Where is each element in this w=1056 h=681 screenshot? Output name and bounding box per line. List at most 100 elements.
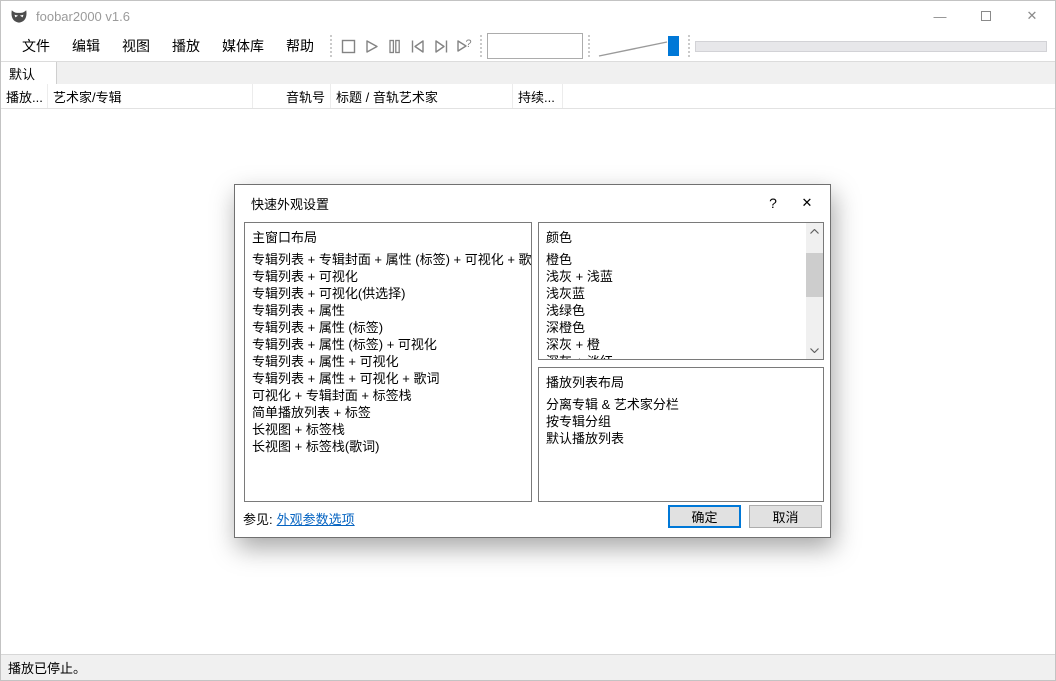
- dialog-titlebar: 快速外观设置 ? ✕: [235, 185, 830, 221]
- color-option[interactable]: 橙色: [546, 251, 823, 268]
- toolbar-grip[interactable]: [479, 34, 483, 58]
- column-header-tracknumber[interactable]: 音轨号: [253, 84, 331, 108]
- play-icon: [366, 39, 378, 53]
- toolbar-grip[interactable]: [587, 34, 591, 58]
- playlist-column-headers: 播放... 艺术家/专辑 音轨号 标题 / 音轨艺术家 持续...: [1, 84, 1055, 109]
- layout-option[interactable]: 可视化 + 专辑封面 + 标签栈: [252, 387, 531, 404]
- stop-button[interactable]: [337, 32, 360, 60]
- dialog-title: 快速外观设置: [251, 196, 330, 212]
- close-button[interactable]: ✕: [1009, 1, 1055, 31]
- layout-option[interactable]: 专辑列表 + 可视化(供选择): [252, 285, 531, 302]
- color-option[interactable]: 深橙色: [546, 319, 823, 336]
- window-title: foobar2000 v1.6: [36, 8, 130, 24]
- svg-text:?: ?: [465, 38, 471, 50]
- menubar: 文件 编辑 视图 播放 媒体库 帮助: [1, 31, 325, 61]
- close-icon: ✕: [1026, 8, 1038, 23]
- minimize-button[interactable]: —: [917, 1, 963, 31]
- volume-handle[interactable]: [668, 36, 679, 56]
- main-layout-listbox: 主窗口布局 专辑列表 + 专辑封面 + 属性 (标签) + 可视化 + 歌词 专辑…: [244, 222, 532, 502]
- dialog-buttons: 确定 取消: [668, 505, 822, 532]
- playlist-layout-option[interactable]: 按专辑分组: [546, 413, 823, 430]
- previous-icon: [411, 39, 424, 53]
- scroll-down-icon[interactable]: [806, 342, 823, 359]
- playlist-tabstrip: 默认: [1, 61, 1055, 84]
- status-text: 播放已停止。: [8, 661, 87, 676]
- stop-icon: [341, 39, 356, 53]
- help-icon: ?: [769, 195, 777, 211]
- color-options: 橙色浅灰 + 浅蓝浅灰蓝浅绿色深橙色深灰 + 橙深灰 + 淡红: [546, 251, 823, 359]
- color-option[interactable]: 浅灰蓝: [546, 285, 823, 302]
- window-controls: — ✕: [917, 1, 1055, 31]
- menu-item[interactable]: 文件: [11, 31, 61, 61]
- close-icon: ✕: [801, 195, 813, 210]
- menu-item[interactable]: 媒体库: [211, 31, 275, 61]
- foobar-logo-icon: [10, 9, 28, 24]
- color-option[interactable]: 浅灰 + 浅蓝: [546, 268, 823, 285]
- pause-icon: [389, 39, 400, 53]
- color-option[interactable]: 浅绿色: [546, 302, 823, 319]
- playlist-layout-listbox: 播放列表布局 分离专辑 & 艺术家分栏 按专辑分组 默认播放列表: [538, 367, 824, 502]
- playlist-layout-header: 播放列表布局: [546, 375, 625, 390]
- previous-button[interactable]: [406, 32, 429, 60]
- layout-option[interactable]: 专辑列表 + 属性 + 可视化 + 歌词: [252, 370, 531, 387]
- scrollbar-thumb[interactable]: [806, 253, 823, 297]
- menu-item[interactable]: 编辑: [61, 31, 111, 61]
- statusbar: 播放已停止。: [1, 654, 1055, 680]
- column-header-playing[interactable]: 播放...: [1, 84, 48, 108]
- layout-option[interactable]: 专辑列表 + 属性: [252, 302, 531, 319]
- next-icon: [434, 39, 447, 53]
- dialog-close-button[interactable]: ✕: [790, 188, 824, 218]
- layout-option[interactable]: 长视图 + 标签栈: [252, 421, 531, 438]
- column-header-filler: [563, 84, 1055, 108]
- playback-buttons: ?: [337, 31, 475, 61]
- search-input[interactable]: [487, 33, 583, 59]
- play-button[interactable]: [360, 32, 383, 60]
- dialog-footer: 参见: 外观参数选项 确定 取消: [235, 500, 830, 537]
- cancel-button[interactable]: 取消: [749, 505, 822, 528]
- playlist-layout-option[interactable]: 分离专辑 & 艺术家分栏: [546, 396, 823, 413]
- column-header-title-artist[interactable]: 标题 / 音轨艺术家: [331, 84, 513, 108]
- seekbar-container: [695, 40, 1055, 52]
- maximize-button[interactable]: [963, 1, 1009, 31]
- playlist-layout-option[interactable]: 默认播放列表: [546, 430, 823, 447]
- colors-header: 颜色: [546, 230, 573, 245]
- colors-scrollbar[interactable]: [806, 223, 823, 359]
- layout-option[interactable]: 专辑列表 + 可视化: [252, 268, 531, 285]
- main-layout-options: 专辑列表 + 专辑封面 + 属性 (标签) + 可视化 + 歌词 专辑列表 + 可…: [252, 251, 531, 455]
- random-icon: ?: [456, 38, 471, 52]
- pause-button[interactable]: [383, 32, 406, 60]
- app-window: foobar2000 v1.6 — ✕ 文件 编辑 视图 播放 媒体库 帮助 ?…: [0, 0, 1056, 681]
- color-option[interactable]: 深灰 + 橙: [546, 336, 823, 353]
- dialog-help-button[interactable]: ?: [756, 188, 790, 218]
- layout-option[interactable]: 专辑列表 + 专辑封面 + 属性 (标签) + 可视化 + 歌词: [252, 251, 531, 268]
- layout-option[interactable]: 专辑列表 + 属性 + 可视化: [252, 353, 531, 370]
- scroll-up-icon[interactable]: [806, 223, 823, 240]
- ok-button[interactable]: 确定: [668, 505, 741, 528]
- colors-listbox: 颜色 橙色浅灰 + 浅蓝浅灰蓝浅绿色深橙色深灰 + 橙深灰 + 淡红: [538, 222, 824, 360]
- appearance-preferences-link[interactable]: 外观参数选项: [277, 509, 355, 528]
- menu-item[interactable]: 播放: [161, 31, 211, 61]
- playlist-layout-options: 分离专辑 & 艺术家分栏 按专辑分组 默认播放列表: [546, 396, 823, 447]
- seekbar[interactable]: [695, 40, 1047, 52]
- main-layout-header: 主窗口布局: [252, 230, 318, 245]
- random-button[interactable]: ?: [452, 32, 475, 60]
- see-also-label: 参见:: [243, 512, 273, 527]
- maximize-icon: [981, 11, 991, 21]
- layout-option[interactable]: 简单播放列表 + 标签: [252, 404, 531, 421]
- toolbar-grip[interactable]: [687, 34, 691, 58]
- toolbar: 文件 编辑 视图 播放 媒体库 帮助 ?: [1, 31, 1055, 61]
- tab-label: 默认: [9, 66, 36, 82]
- menu-item[interactable]: 帮助: [275, 31, 325, 61]
- color-option[interactable]: 深灰 + 淡红: [546, 353, 823, 359]
- toolbar-grip[interactable]: [329, 34, 333, 58]
- tab-default[interactable]: 默认: [1, 62, 57, 84]
- next-button[interactable]: [429, 32, 452, 60]
- column-header-duration[interactable]: 持续...: [513, 84, 563, 108]
- layout-option[interactable]: 专辑列表 + 属性 (标签) + 可视化: [252, 336, 531, 353]
- volume-slider[interactable]: [597, 32, 681, 60]
- menu-item[interactable]: 视图: [111, 31, 161, 61]
- layout-option[interactable]: 长视图 + 标签栈(歌词): [252, 438, 531, 455]
- column-header-artist-album[interactable]: 艺术家/专辑: [48, 84, 253, 108]
- layout-option[interactable]: 专辑列表 + 属性 (标签): [252, 319, 531, 336]
- quick-appearance-dialog: 快速外观设置 ? ✕ 主窗口布局 专辑列表 + 专辑封面 + 属性 (标签) +…: [234, 184, 831, 538]
